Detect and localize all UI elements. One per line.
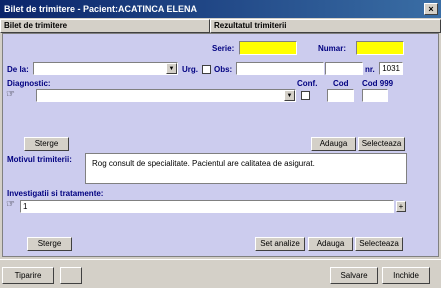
numar-field[interactable] xyxy=(356,41,404,55)
salvare-button[interactable]: Salvare xyxy=(330,267,378,284)
urg-label: Urg. xyxy=(182,65,198,74)
pointing-hand-icon: ☞ xyxy=(6,89,15,100)
obs-extra-field[interactable] xyxy=(325,62,363,75)
window-buttons: × xyxy=(423,3,438,15)
bottom-toolbar: Tiparire Salvare Inchide xyxy=(0,259,441,288)
conf-checkbox[interactable] xyxy=(301,91,310,100)
sterge-investigatii-button[interactable]: Sterge xyxy=(27,237,72,251)
window-titlebar: Bilet de trimitere - Pacient:ACATINCA EL… xyxy=(0,0,441,18)
conf-label: Conf. xyxy=(297,79,318,88)
window-title: Bilet de trimitere - Pacient:ACATINCA EL… xyxy=(4,4,198,14)
cod-label: Cod xyxy=(333,79,349,88)
nr-label: nr. xyxy=(365,65,375,74)
serie-label: Serie: xyxy=(212,44,235,53)
adauga-investigatii-button[interactable]: Adauga xyxy=(308,237,353,251)
selecteaza-diagnostic-button[interactable]: Selecteaza xyxy=(358,137,405,151)
diagnostic-label: Diagnostic: xyxy=(7,79,51,88)
diagnostic-combo[interactable]: ▼ xyxy=(36,89,296,102)
cod-field[interactable] xyxy=(327,89,354,102)
sterge-diagnostic-button[interactable]: Sterge xyxy=(24,137,69,151)
tab-bilet-trimitere[interactable]: Bilet de trimitere xyxy=(0,19,210,33)
numar-label: Numar: xyxy=(318,44,347,53)
obs-label: Obs: xyxy=(214,65,233,74)
close-icon[interactable]: × xyxy=(424,3,438,15)
chevron-down-icon[interactable]: ▼ xyxy=(166,63,177,74)
de-la-combo[interactable]: ▼ xyxy=(33,62,178,75)
adauga-diagnostic-button[interactable]: Adauga xyxy=(311,137,356,151)
cod999-field[interactable] xyxy=(362,89,388,102)
motiv-label: Motivul trimiterii: xyxy=(7,155,72,164)
tab-rezultat-trimiterii[interactable]: Rezultatul trimiterii xyxy=(210,19,441,33)
investigatii-field[interactable]: 1 xyxy=(20,200,394,213)
obs-field[interactable] xyxy=(236,62,324,75)
pointing-hand-icon: ☞ xyxy=(6,199,15,210)
de-la-label: De la: xyxy=(7,65,29,74)
selecteaza-investigatii-button[interactable]: Selecteaza xyxy=(355,237,403,251)
motiv-textarea[interactable]: Rog consult de specialitate. Pacientul a… xyxy=(85,153,407,184)
nr-field[interactable]: 1031 xyxy=(379,62,403,75)
chevron-down-icon[interactable]: ▼ xyxy=(284,90,295,101)
urg-checkbox[interactable] xyxy=(202,65,211,74)
set-analize-button[interactable]: Set analize xyxy=(255,237,305,251)
inchide-button[interactable]: Inchide xyxy=(382,267,430,284)
investigatii-label: Investigatii si tratamente: xyxy=(7,189,104,198)
bilet-form: Serie: Numar: De la: ▼ Urg. Obs: nr. 103… xyxy=(2,33,439,257)
serie-field[interactable] xyxy=(239,41,297,55)
blank-button[interactable] xyxy=(60,267,82,284)
tiparire-button[interactable]: Tiparire xyxy=(2,267,54,284)
cod999-label: Cod 999 xyxy=(362,79,394,88)
plus-icon[interactable]: + xyxy=(396,201,406,212)
